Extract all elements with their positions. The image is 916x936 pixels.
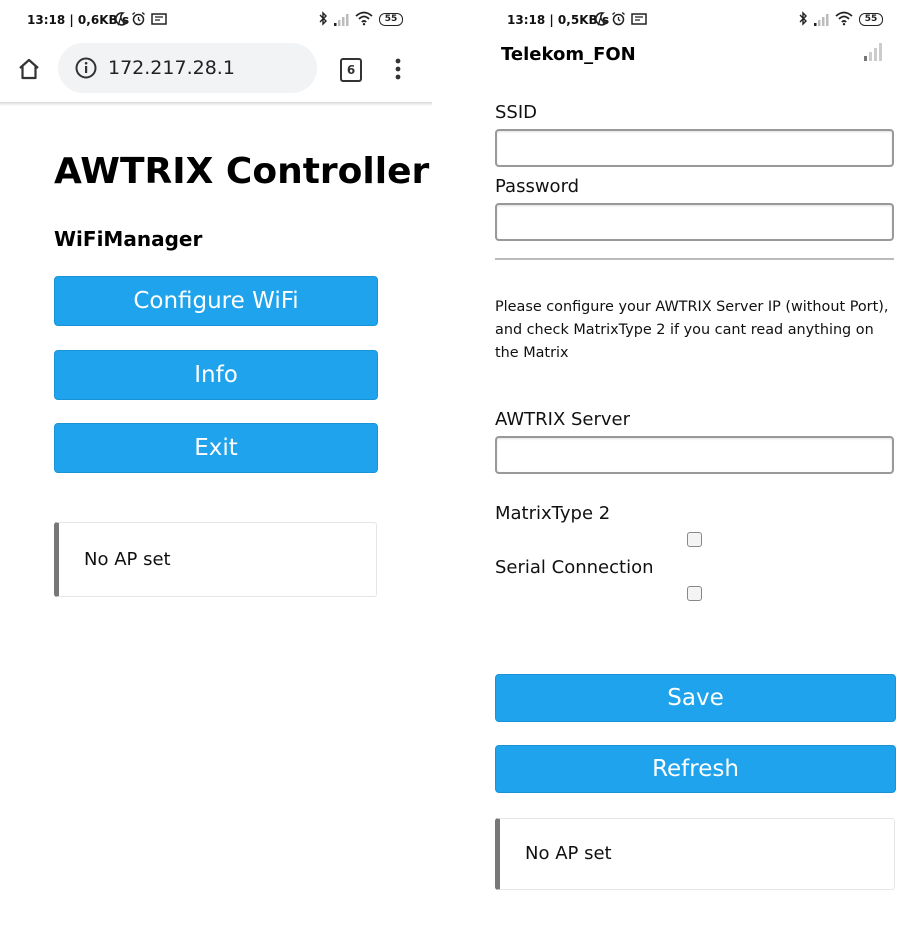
serial-connection-checkbox[interactable]	[687, 586, 702, 601]
signal-icon	[333, 12, 349, 31]
bluetooth-icon	[798, 11, 808, 30]
serial-connection-label: Serial Connection	[495, 557, 654, 578]
awtrix-server-input[interactable]	[495, 436, 894, 474]
page-subtitle: WiFiManager	[54, 227, 203, 251]
wifi-icon	[355, 11, 373, 30]
alarm-icon	[611, 11, 626, 30]
refresh-button[interactable]: Refresh	[495, 745, 896, 793]
network-signal-icon	[863, 42, 883, 66]
bluetooth-icon	[318, 11, 328, 30]
notification-icon	[631, 11, 647, 30]
info-button[interactable]: Info	[54, 350, 378, 400]
home-icon[interactable]	[17, 57, 41, 85]
signal-icon	[813, 12, 829, 31]
tab-switcher-button[interactable]: 6	[340, 58, 362, 82]
save-button[interactable]: Save	[495, 674, 896, 722]
battery-icon: 55	[379, 13, 403, 26]
matrixtype-checkbox[interactable]	[687, 532, 702, 547]
status-message: No AP set	[84, 549, 171, 570]
server-info-text: Please configure your AWTRIX Server IP (…	[495, 299, 889, 361]
awtrix-server-label: AWTRIX Server	[495, 409, 631, 430]
moon-icon	[594, 11, 609, 30]
battery-icon: 55	[859, 13, 883, 26]
network-name: Telekom_FON	[501, 44, 636, 65]
info-icon[interactable]	[75, 57, 97, 83]
alarm-icon	[131, 11, 146, 30]
wifi-icon	[835, 11, 853, 30]
page-title: AWTRIX Controller	[54, 151, 430, 192]
status-message-box: No AP set	[495, 818, 895, 890]
status-message-box: No AP set	[54, 522, 377, 597]
url-text[interactable]: 172.217.28.1	[108, 57, 235, 79]
exit-button[interactable]: Exit	[54, 423, 378, 473]
ssid-input[interactable]	[495, 129, 894, 167]
more-menu-icon[interactable]	[394, 57, 402, 85]
moon-icon	[114, 11, 129, 30]
password-label: Password	[495, 176, 580, 197]
ssid-label: SSID	[495, 102, 538, 123]
status-message: No AP set	[525, 843, 612, 864]
password-input[interactable]	[495, 203, 894, 241]
toolbar-divider	[0, 102, 432, 106]
configure-wifi-button[interactable]: Configure WiFi	[54, 276, 378, 326]
form-divider	[495, 258, 894, 260]
matrixtype-label: MatrixType 2	[495, 503, 611, 524]
notification-icon	[151, 11, 167, 30]
